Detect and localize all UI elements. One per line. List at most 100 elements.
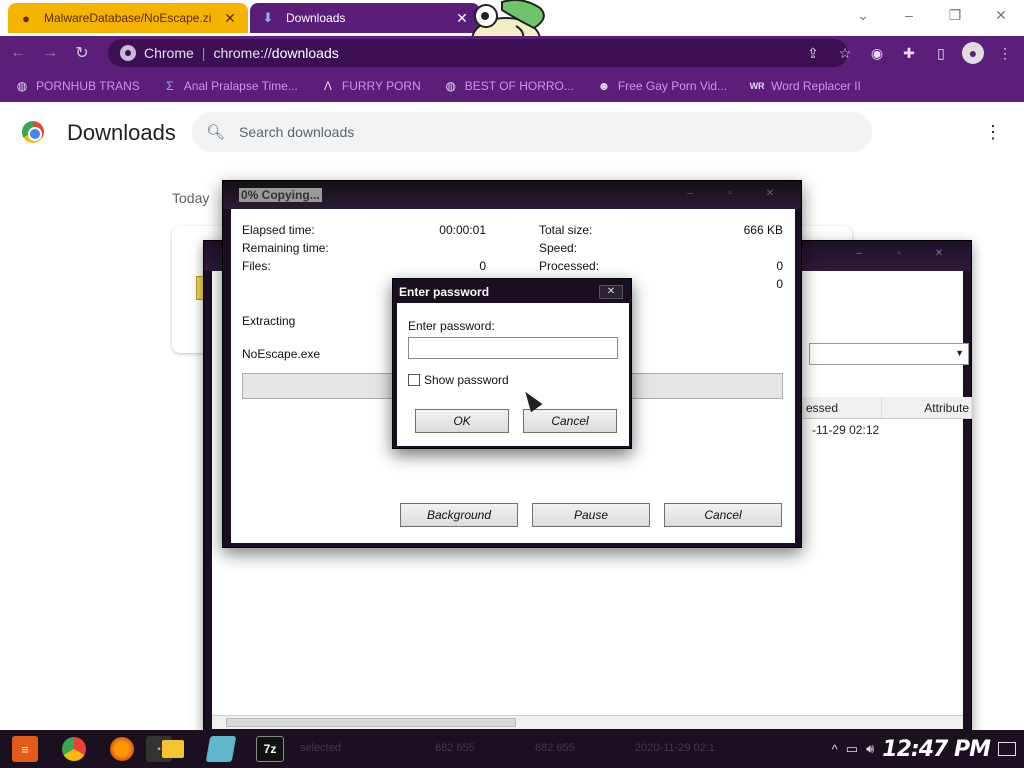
clock[interactable]: 12:47 PM (882, 737, 991, 762)
close-icon[interactable]: ✕ (753, 188, 787, 202)
bookmark-item[interactable]: Λ FURRY PORN (320, 78, 421, 94)
start-icon[interactable]: ≡ (12, 736, 38, 762)
status-label: Extracting (242, 314, 296, 328)
scrollbar-thumb[interactable] (226, 718, 516, 727)
bookmarks-bar: ◍ PORNHUB TRANS Σ Anal Pralapse Time... … (0, 70, 1024, 102)
elapsed-label: Elapsed time: (242, 223, 315, 237)
files-value: 0 (479, 259, 486, 273)
chrome-icon[interactable] (62, 737, 86, 761)
status-bar-ghost: selected 682 655 682 655 2020-11-29 02:1 (300, 738, 780, 760)
processed-value: 0 (776, 259, 783, 273)
column-attributes[interactable]: Attribute (882, 397, 972, 418)
maximize-icon[interactable]: ▫ (884, 248, 914, 262)
bookmark-item[interactable]: Σ Anal Pralapse Time... (162, 78, 298, 94)
pause-button[interactable]: Pause (532, 503, 650, 527)
bookmark-item[interactable]: ☻ Free Gay Porn Vid... (596, 78, 728, 94)
bookmark-item[interactable]: ◍ PORNHUB TRANS (14, 78, 140, 94)
forward-icon[interactable]: → (36, 39, 64, 67)
total-size-value: 666 KB (743, 223, 783, 237)
folder-icon[interactable] (162, 740, 184, 758)
app-icon[interactable] (205, 736, 237, 762)
bookmark-label: PORNHUB TRANS (36, 79, 140, 93)
processed-label: Processed: (539, 259, 600, 273)
bookmark-label: Anal Pralapse Time... (183, 79, 298, 93)
compressed-value: 0 (776, 277, 783, 291)
ok-button[interactable]: OK (415, 409, 509, 433)
minimize-icon[interactable]: – (886, 0, 932, 30)
close-icon[interactable]: ✕ (599, 285, 623, 299)
search-input[interactable]: 🔍︎ Search downloads (192, 112, 872, 152)
total-size-label: Total size: (539, 223, 593, 237)
more-options-icon[interactable]: ⋮ (984, 122, 1002, 142)
speed-label: Speed: (539, 241, 578, 255)
browser-toolbar: ← → ↻ Chrome | chrome:// downloads ⇪ ☆ ◉… (0, 36, 1024, 70)
column-processed[interactable]: essed (802, 397, 882, 418)
bookmark-label: FURRY PORN (341, 79, 421, 93)
notification-icon[interactable] (998, 742, 1016, 756)
search-icon: 🔍︎ (206, 124, 226, 141)
files-label: Files: (242, 259, 271, 273)
side-panel-icon[interactable]: ▯ (930, 42, 952, 64)
dropdown-arrow-icon: ▼ (955, 348, 964, 358)
status-size: 682 655 (435, 742, 475, 754)
omnibox-divider: | (201, 45, 206, 61)
password-field[interactable] (408, 337, 618, 359)
progress-titlebar[interactable]: 0% Copying... – ▫ ✕ (223, 181, 801, 209)
elapsed-value: 00:00:01 (439, 223, 486, 237)
progress-title: 0% Copying... (239, 188, 322, 202)
profile-extension-icon[interactable]: ◉ (866, 42, 888, 64)
7zip-icon[interactable]: 7z (256, 736, 284, 762)
password-dialog-content: Enter password: Show password OK Cancel (397, 303, 629, 446)
firefox-icon[interactable] (110, 737, 134, 761)
bookmark-item[interactable]: ◍ BEST OF HORRO... (443, 78, 574, 94)
tab-search-icon[interactable]: ⌄ (840, 0, 886, 30)
cancel-button[interactable]: Cancel (523, 409, 617, 433)
tab-close-icon[interactable]: ✕ (222, 10, 238, 27)
volume-icon[interactable]: 🔊︎ (866, 741, 874, 757)
show-password-label: Show password (424, 373, 509, 387)
tab-downloads[interactable]: ⬇ Downloads ✕ (250, 3, 480, 33)
remaining-label: Remaining time: (242, 241, 329, 255)
bookmark-label: Free Gay Porn Vid... (617, 79, 728, 93)
minimize-icon[interactable]: – (844, 248, 874, 262)
globe-icon: ◍ (16, 79, 28, 93)
bookmark-label: BEST OF HORRO... (464, 79, 574, 93)
maximize-icon[interactable]: ▫ (713, 188, 747, 202)
network-icon[interactable]: ▭ (846, 741, 858, 757)
tab-malware-database[interactable]: ● MalwareDatabase/NoEscape.zi ✕ (8, 3, 248, 33)
horizontal-scrollbar[interactable] (212, 715, 963, 729)
url-path: downloads (271, 45, 339, 61)
table-row[interactable]: -11-29 02:12 (812, 423, 879, 437)
bookmark-item[interactable]: WR Word Replacer II (749, 78, 861, 94)
bookmark-label: Word Replacer II (771, 79, 861, 93)
path-combo[interactable]: ▼ (809, 343, 969, 365)
share-icon[interactable]: ⇪ (802, 42, 824, 64)
background-button[interactable]: Background (400, 503, 518, 527)
column-header: essed Attribute (802, 397, 972, 419)
chrome-site-icon (120, 45, 136, 61)
extensions-icon[interactable]: ✚ (898, 42, 920, 64)
url-prefix: chrome:// (213, 45, 272, 61)
restore-icon[interactable]: ❐ (932, 0, 978, 30)
close-icon[interactable]: ✕ (978, 0, 1024, 30)
reload-icon[interactable]: ↻ (68, 39, 96, 67)
minimize-icon[interactable]: – (673, 188, 707, 202)
page-title: Downloads (67, 120, 176, 145)
lambda-icon: Λ (323, 79, 332, 93)
cancel-button[interactable]: Cancel (664, 503, 782, 527)
show-password-checkbox[interactable]: Show password (408, 373, 509, 387)
menu-icon[interactable]: ⋮ (994, 42, 1016, 64)
globe-icon: ◍ (445, 79, 456, 93)
taskbar: selected 682 655 682 655 2020-11-29 02:1… (0, 730, 1024, 768)
address-bar[interactable]: Chrome | chrome:// downloads (108, 39, 848, 67)
close-icon[interactable]: ✕ (924, 248, 954, 262)
star-icon[interactable]: ☆ (834, 42, 856, 64)
search-placeholder: Search downloads (239, 124, 355, 140)
browser-titlebar: ● MalwareDatabase/NoEscape.zi ✕ ⬇ Downlo… (0, 0, 1024, 62)
checkbox-box[interactable] (408, 374, 420, 386)
status-selected: selected (300, 742, 341, 754)
back-icon[interactable]: ← (4, 39, 32, 67)
password-dialog[interactable]: Enter password ✕ Enter password: Show pa… (392, 278, 632, 449)
avatar[interactable]: ● (962, 42, 984, 64)
chevron-up-icon[interactable]: ^ (832, 742, 838, 757)
